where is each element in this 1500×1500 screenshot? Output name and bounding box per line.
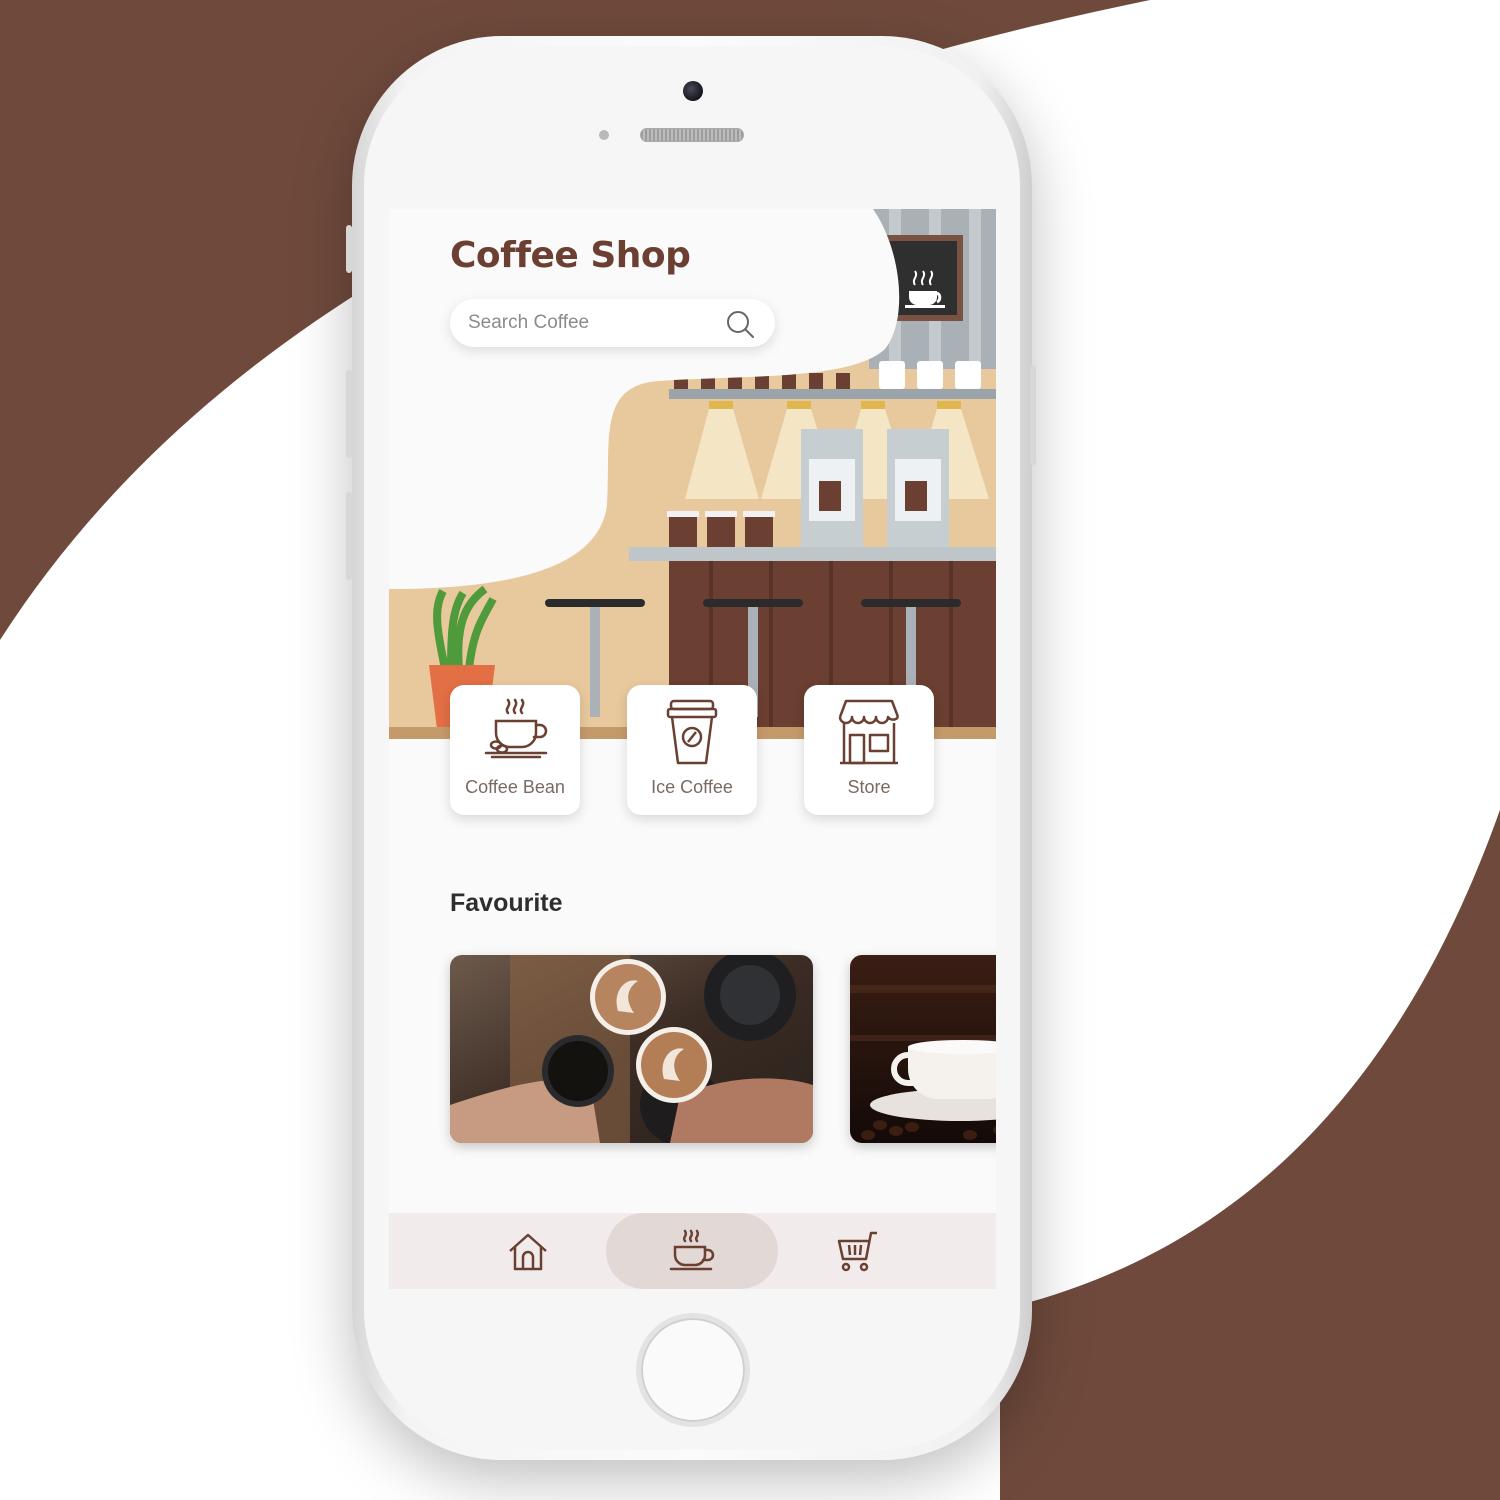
search-input[interactable] (468, 299, 718, 347)
search-bar[interactable] (450, 299, 775, 347)
earpiece-speaker (640, 128, 744, 142)
category-coffee-bean[interactable]: Coffee Bean (450, 685, 580, 815)
coffee-cup-saucer-photo (850, 955, 996, 1143)
phone-power-button (1030, 365, 1036, 465)
category-label: Coffee Bean (465, 777, 565, 797)
home-icon[interactable] (505, 1229, 551, 1275)
latte-toast-photo (450, 955, 813, 1143)
phone-volume-up (346, 370, 352, 458)
store-icon (838, 699, 900, 765)
category-label: Ice Coffee (651, 777, 733, 797)
coffee-cup-icon (484, 698, 548, 759)
phone-volume-down (346, 492, 352, 580)
favourite-title: Favourite (450, 889, 563, 917)
favourite-card[interactable] (850, 955, 996, 1143)
phone-mute-switch (346, 225, 352, 273)
phone-home-button[interactable] (636, 1313, 750, 1427)
proximity-sensor (599, 130, 609, 140)
search-icon[interactable] (724, 308, 756, 340)
app-title: Coffee Shop (450, 235, 691, 276)
favourite-card[interactable] (450, 955, 813, 1143)
category-label: Store (847, 777, 891, 797)
app-screen: Coffee Shop Coffee Bean (389, 209, 996, 1289)
category-ice-coffee[interactable]: Ice Coffee (627, 685, 757, 815)
bottom-navigation (389, 1213, 996, 1289)
category-store[interactable]: Store (804, 685, 934, 815)
coffee-shop-illustration (389, 209, 996, 739)
coffee-cup-icon[interactable] (669, 1229, 715, 1275)
front-camera (683, 81, 703, 101)
cart-icon[interactable] (833, 1229, 879, 1275)
takeaway-cup-icon (666, 699, 718, 765)
